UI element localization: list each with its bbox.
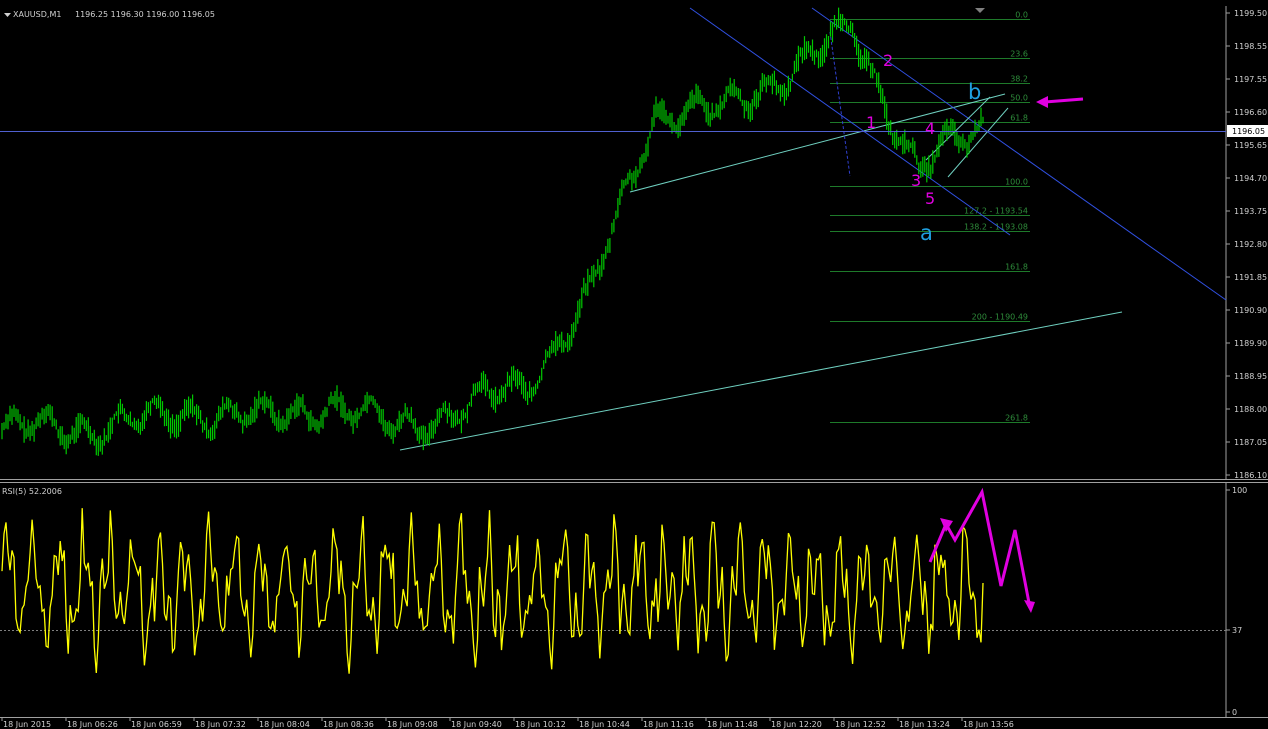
time-tick-label: 18 Jun 13:56: [963, 720, 1014, 729]
time-tick-label: 18 Jun 06:26: [67, 720, 118, 729]
rsi-header: RSI(5) 52.2006: [2, 487, 62, 496]
price-tick-label: 1188.00: [1234, 405, 1267, 414]
price-tick-label: 1198.55: [1234, 42, 1267, 51]
time-tick-label: 18 Jun 06:59: [131, 720, 182, 729]
time-tick-label: 18 Jun 07:32: [195, 720, 246, 729]
mt4-chart[interactable]: XAUUSD,M1 1196.25 1196.30 1196.00 1196.0…: [0, 0, 1268, 729]
fib-level-label: 38.2: [1010, 75, 1028, 84]
rsi-tick-label: 37: [1232, 626, 1242, 635]
wave-label-a: a: [920, 221, 933, 245]
fib-level-label: 200 - 1190.49: [972, 313, 1028, 322]
wave-label-2: 2: [883, 51, 893, 70]
price-tick-label: 1191.85: [1234, 273, 1267, 282]
time-tick-label: 18 Jun 11:48: [707, 720, 758, 729]
current-price-label: 1196.05: [1232, 127, 1265, 136]
price-tick-label: 1187.05: [1234, 438, 1267, 447]
price-tick-label: 1195.65: [1234, 141, 1267, 150]
price-tick-label: 1186.10: [1234, 471, 1267, 480]
price-tick-label: 1194.70: [1234, 174, 1267, 183]
price-tick-label: 1193.75: [1234, 207, 1267, 216]
chart-background: [0, 0, 1268, 729]
rsi-tick-label: 100: [1232, 486, 1247, 495]
time-tick-label: 18 Jun 12:52: [835, 720, 886, 729]
time-tick-label: 18 Jun 09:08: [387, 720, 438, 729]
fib-level-label: 261.8: [1005, 414, 1028, 423]
wave-label-3: 3: [911, 171, 921, 190]
symbol-label: XAUUSD,M1: [13, 10, 61, 19]
time-tick-label: 18 Jun 10:44: [579, 720, 630, 729]
wave-label-5: 5: [925, 189, 935, 208]
fib-level-label: 127.2 - 1193.54: [964, 207, 1028, 216]
time-tick-label: 18 Jun 10:12: [515, 720, 566, 729]
price-tick-label: 1192.80: [1234, 240, 1267, 249]
price-tick-label: 1188.95: [1234, 372, 1267, 381]
time-tick-label: 18 Jun 13:24: [899, 720, 950, 729]
time-tick-label: 18 Jun 09:40: [451, 720, 502, 729]
time-tick-label: 18 Jun 08:36: [323, 720, 374, 729]
wave-label-1: 1: [866, 113, 876, 132]
price-tick-label: 1190.90: [1234, 306, 1267, 315]
time-tick-label: 18 Jun 12:20: [771, 720, 822, 729]
fib-level-label: 50.0: [1010, 94, 1028, 103]
wave-label-4: 4: [925, 119, 935, 138]
fib-level-label: 0.0: [1015, 11, 1028, 20]
ohlc-values: 1196.25 1196.30 1196.00 1196.05: [75, 10, 215, 19]
price-tick-label: 1197.55: [1234, 75, 1267, 84]
time-tick-label: 18 Jun 08:04: [259, 720, 310, 729]
wave-label-b: b: [968, 80, 981, 104]
fib-level-label: 100.0: [1005, 178, 1028, 187]
price-tick-label: 1199.50: [1234, 9, 1267, 18]
fib-level-label: 23.6: [1010, 50, 1028, 59]
price-tick-label: 1196.60: [1234, 108, 1267, 117]
rsi-tick-label: 0: [1232, 708, 1237, 717]
fib-level-label: 61.8: [1010, 114, 1028, 123]
fib-level-label: 138.2 - 1193.08: [964, 223, 1028, 232]
time-tick-label: 18 Jun 11:16: [643, 720, 694, 729]
time-tick-label: 18 Jun 2015: [3, 720, 51, 729]
price-tick-label: 1189.90: [1234, 339, 1267, 348]
fib-level-label: 161.8: [1005, 263, 1028, 272]
